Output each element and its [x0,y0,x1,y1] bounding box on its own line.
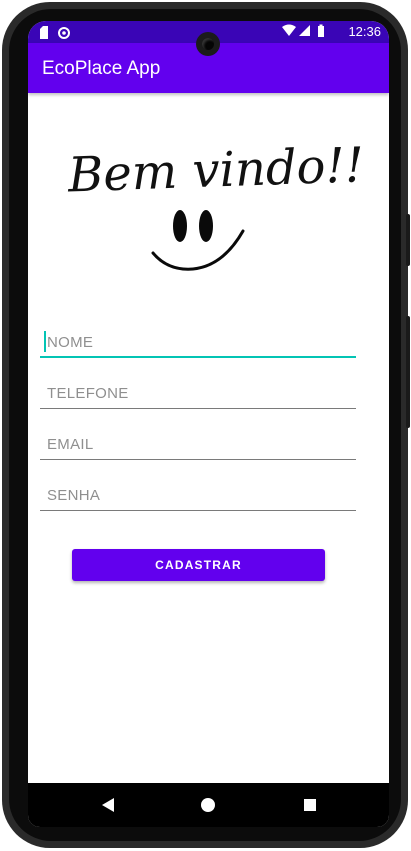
register-button[interactable]: CADASTRAR [72,549,325,581]
welcome-image: Bem vindo!! [66,137,365,271]
text-cursor [44,331,46,352]
email-field-underline [40,459,356,460]
password-field-placeholder: SENHA [47,487,101,504]
sd-card-icon [40,26,48,39]
volume-button [406,316,410,428]
phone-field-placeholder: TELEFONE [47,385,129,402]
recents-icon[interactable] [304,799,316,811]
status-right: 12:36 [281,24,381,39]
battery-icon [317,24,324,37]
email-field[interactable]: EMAIL [40,428,356,460]
password-field-underline [40,510,356,511]
sync-icon [58,27,70,39]
power-button [406,214,410,266]
status-time: 12:36 [348,24,381,39]
wifi-icon [281,24,296,36]
cell-signal-icon [298,25,310,36]
smiley-face-icon [151,210,245,271]
back-icon[interactable] [102,798,114,812]
name-field-underline [40,356,356,358]
status-left-icons [38,25,78,44]
welcome-text: Bem vindo!! [66,137,365,203]
phone-field-underline [40,408,356,409]
phone-field[interactable]: TELEFONE [40,377,356,409]
device-frame: 12:36 EcoPlace App Bem vindo!! NOME TELE… [0,0,411,851]
screen: 12:36 EcoPlace App Bem vindo!! NOME TELE… [28,21,389,827]
home-icon[interactable] [201,798,215,812]
front-camera [196,32,220,56]
name-field-placeholder: NOME [47,334,94,351]
password-field[interactable]: SENHA [40,479,356,511]
navigation-bar [28,783,389,827]
email-field-placeholder: EMAIL [47,436,94,453]
app-title: EcoPlace App [42,58,161,79]
name-field[interactable]: NOME [40,326,356,358]
